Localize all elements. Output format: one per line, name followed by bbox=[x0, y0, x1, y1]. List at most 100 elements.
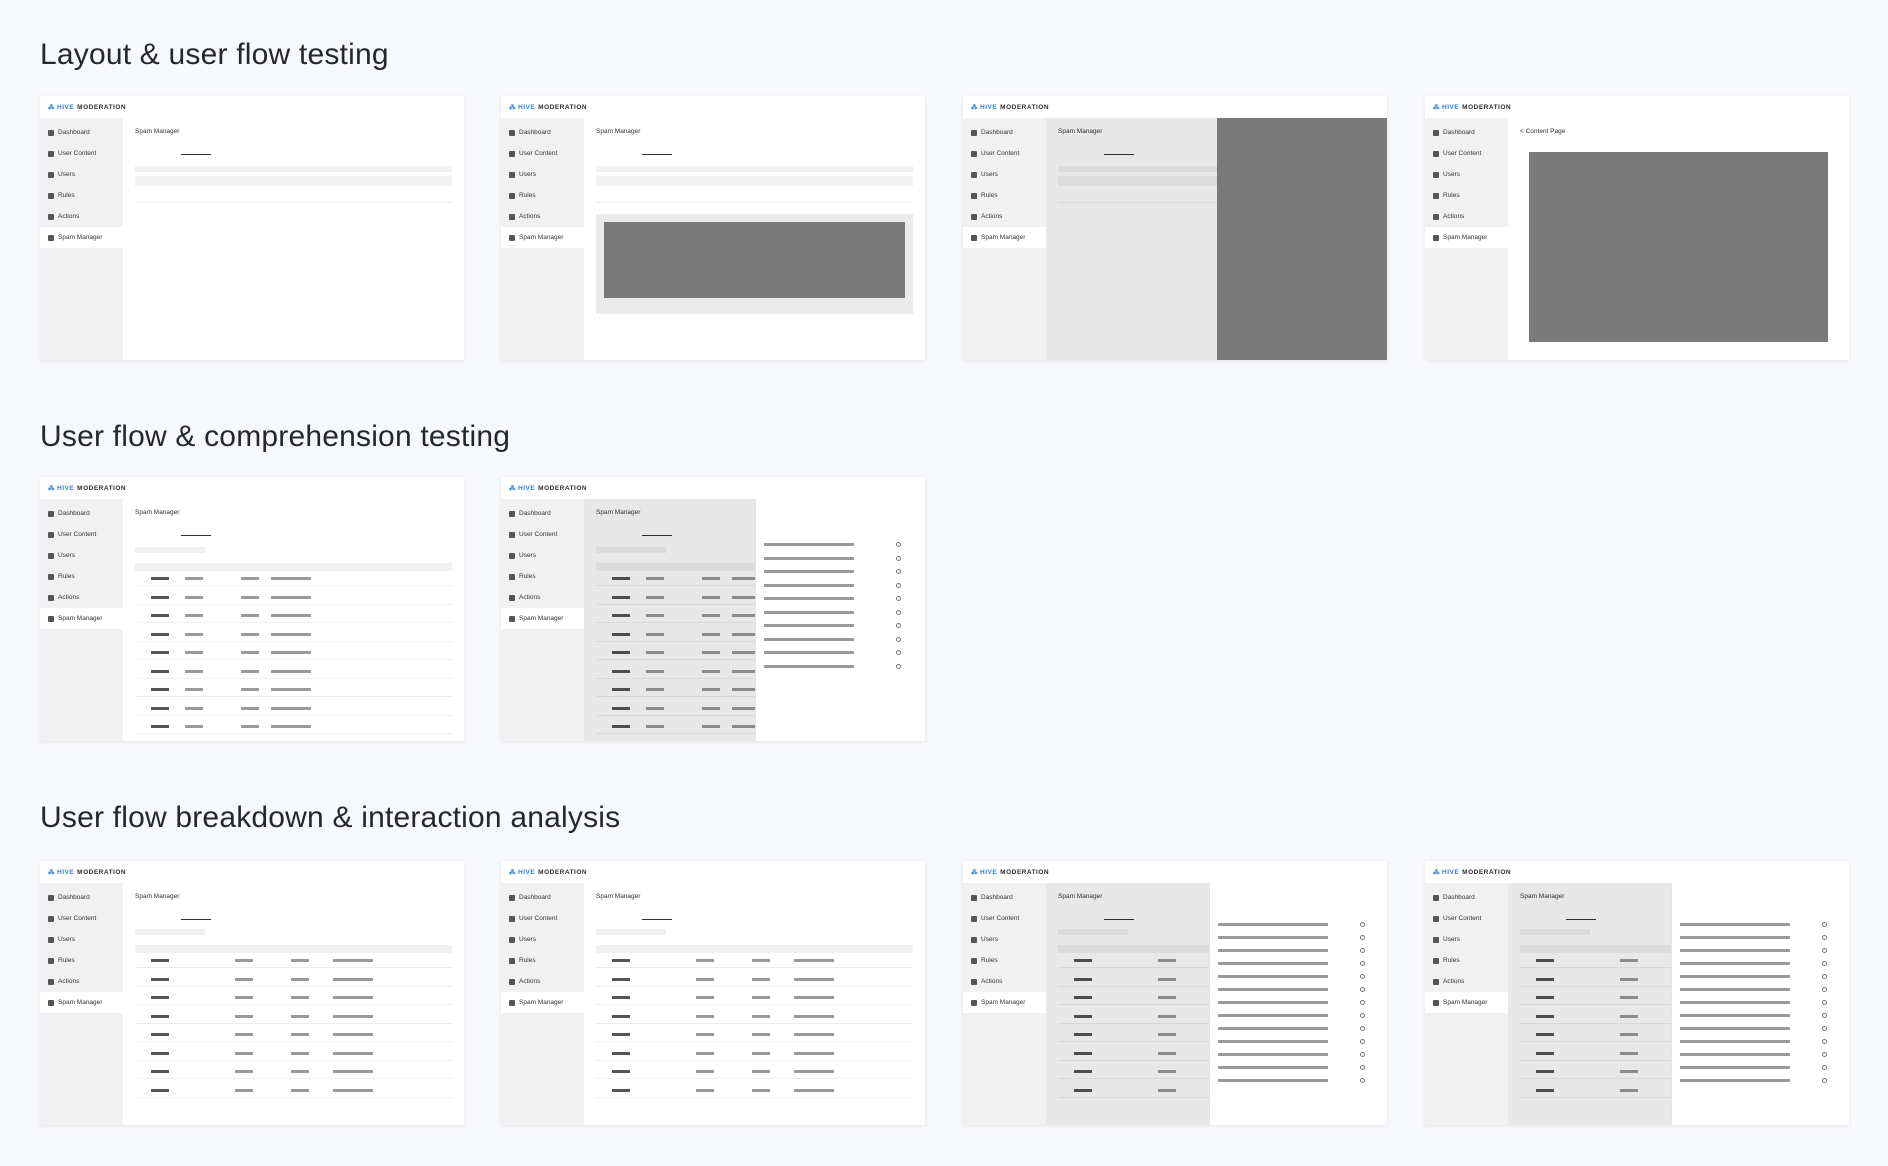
sidebar-item-users[interactable]: Users bbox=[1425, 929, 1508, 950]
table-row[interactable] bbox=[596, 1022, 913, 1024]
sidebar-item-user-content[interactable]: User Content bbox=[501, 524, 584, 545]
action-icon[interactable] bbox=[1360, 987, 1365, 992]
table-row[interactable] bbox=[596, 967, 913, 968]
table-row[interactable] bbox=[135, 659, 452, 660]
sidebar-item-dashboard[interactable]: Dashboard bbox=[501, 887, 584, 908]
search-field[interactable] bbox=[135, 166, 452, 172]
search-field[interactable] bbox=[596, 166, 913, 172]
sidebar-item-rules[interactable]: Rules bbox=[501, 566, 584, 587]
sidebar-item-dashboard[interactable]: Dashboard bbox=[963, 887, 1046, 908]
table-row[interactable] bbox=[596, 1096, 913, 1098]
table-row[interactable] bbox=[596, 1078, 913, 1079]
action-icon[interactable] bbox=[1822, 1078, 1827, 1083]
action-icon[interactable] bbox=[1822, 935, 1827, 940]
table-row[interactable] bbox=[135, 1078, 452, 1079]
sidebar-item-user-content[interactable]: User Content bbox=[40, 143, 123, 164]
tab[interactable] bbox=[181, 909, 211, 920]
sidebar-item-spam-manager[interactable]: Spam Manager bbox=[1425, 992, 1508, 1013]
sidebar-item-spam-manager[interactable]: Spam Manager bbox=[40, 608, 123, 629]
sidebar-item-actions[interactable]: Actions bbox=[40, 206, 123, 227]
sidebar-item-users[interactable]: Users bbox=[40, 929, 123, 950]
tab[interactable] bbox=[181, 144, 211, 155]
action-icon[interactable] bbox=[1360, 922, 1365, 927]
sidebar-item-users[interactable]: Users bbox=[40, 164, 123, 185]
table-row[interactable] bbox=[135, 985, 452, 987]
sidebar-item-spam-manager[interactable]: Spam Manager bbox=[963, 992, 1046, 1013]
action-icon[interactable] bbox=[1822, 948, 1827, 953]
sidebar-item-spam-manager[interactable]: Spam Manager bbox=[501, 992, 584, 1013]
sidebar-item-spam-manager[interactable]: Spam Manager bbox=[501, 227, 584, 248]
sidebar-item-users[interactable]: Users bbox=[501, 545, 584, 566]
sidebar-item-users[interactable]: Users bbox=[40, 545, 123, 566]
sidebar-item-spam-manager[interactable]: Spam Manager bbox=[1425, 227, 1508, 248]
sidebar-item-rules[interactable]: Rules bbox=[501, 950, 584, 971]
action-icon[interactable] bbox=[1360, 1039, 1365, 1044]
sidebar-item-users[interactable]: Users bbox=[1425, 164, 1508, 185]
sidebar-item-users[interactable]: Users bbox=[963, 164, 1046, 185]
action-icon[interactable] bbox=[1360, 1065, 1365, 1070]
tab[interactable] bbox=[227, 525, 257, 533]
sidebar-item-rules[interactable]: Rules bbox=[963, 950, 1046, 971]
sidebar-item-actions[interactable]: Actions bbox=[40, 587, 123, 608]
table-row[interactable] bbox=[135, 1096, 452, 1098]
sidebar-item-dashboard[interactable]: Dashboard bbox=[1425, 887, 1508, 908]
sidebar-item-dashboard[interactable]: Dashboard bbox=[501, 503, 584, 524]
sidebar-item-user-content[interactable]: User Content bbox=[501, 143, 584, 164]
table-row[interactable] bbox=[135, 640, 452, 642]
tab[interactable] bbox=[642, 909, 672, 920]
tab[interactable] bbox=[135, 909, 165, 917]
sidebar-item-user-content[interactable]: User Content bbox=[40, 908, 123, 929]
sidebar-item-actions[interactable]: Actions bbox=[963, 206, 1046, 227]
sidebar-item-user-content[interactable]: User Content bbox=[1425, 143, 1508, 164]
sidebar-item-user-content[interactable]: User Content bbox=[1425, 908, 1508, 929]
table-row[interactable] bbox=[596, 985, 913, 987]
action-icon[interactable] bbox=[1822, 1052, 1827, 1057]
action-icon[interactable] bbox=[1360, 1078, 1365, 1083]
sidebar-item-spam-manager[interactable]: Spam Manager bbox=[40, 227, 123, 248]
table-row[interactable] bbox=[135, 1004, 452, 1005]
table-row[interactable] bbox=[135, 1059, 452, 1061]
sidebar-item-user-content[interactable]: User Content bbox=[40, 524, 123, 545]
tab[interactable] bbox=[688, 144, 718, 152]
action-icon[interactable] bbox=[1822, 1065, 1827, 1070]
sidebar-item-actions[interactable]: Actions bbox=[1425, 971, 1508, 992]
sidebar-item-dashboard[interactable]: Dashboard bbox=[40, 122, 123, 143]
table-row[interactable] bbox=[135, 585, 452, 586]
sidebar-item-users[interactable]: Users bbox=[963, 929, 1046, 950]
sidebar-item-rules[interactable]: Rules bbox=[963, 185, 1046, 206]
tab[interactable] bbox=[688, 909, 718, 917]
sidebar-item-actions[interactable]: Actions bbox=[501, 587, 584, 608]
sidebar-item-rules[interactable]: Rules bbox=[40, 185, 123, 206]
action-icon[interactable] bbox=[1822, 1039, 1827, 1044]
action-icon[interactable] bbox=[1360, 1013, 1365, 1018]
sidebar-item-user-content[interactable]: User Content bbox=[963, 908, 1046, 929]
table-row[interactable] bbox=[135, 696, 452, 697]
sidebar-item-dashboard[interactable]: Dashboard bbox=[1425, 122, 1508, 143]
sidebar-item-spam-manager[interactable]: Spam Manager bbox=[501, 608, 584, 629]
action-icon[interactable] bbox=[1822, 922, 1827, 927]
tab[interactable] bbox=[135, 525, 165, 533]
sidebar-item-actions[interactable]: Actions bbox=[1425, 206, 1508, 227]
action-icon[interactable] bbox=[1822, 987, 1827, 992]
sidebar-item-dashboard[interactable]: Dashboard bbox=[40, 887, 123, 908]
sidebar-item-spam-manager[interactable]: Spam Manager bbox=[40, 992, 123, 1013]
tab[interactable] bbox=[227, 144, 257, 152]
sidebar-item-actions[interactable]: Actions bbox=[501, 971, 584, 992]
sidebar-item-rules[interactable]: Rules bbox=[1425, 185, 1508, 206]
table-row[interactable] bbox=[135, 603, 452, 605]
search-input[interactable] bbox=[135, 547, 205, 553]
action-icon[interactable] bbox=[1822, 1026, 1827, 1031]
action-icon[interactable] bbox=[1822, 1000, 1827, 1005]
tab[interactable] bbox=[135, 144, 165, 152]
sidebar-item-rules[interactable]: Rules bbox=[1425, 950, 1508, 971]
action-icon[interactable] bbox=[1360, 935, 1365, 940]
tab[interactable] bbox=[596, 909, 626, 917]
search-input[interactable] bbox=[596, 929, 666, 935]
sidebar-item-dashboard[interactable]: Dashboard bbox=[40, 503, 123, 524]
action-icon[interactable] bbox=[1360, 1000, 1365, 1005]
tab[interactable] bbox=[596, 144, 626, 152]
action-icon[interactable] bbox=[1360, 948, 1365, 953]
sidebar-item-user-content[interactable]: User Content bbox=[963, 143, 1046, 164]
action-icon[interactable] bbox=[1822, 961, 1827, 966]
sidebar-item-actions[interactable]: Actions bbox=[963, 971, 1046, 992]
